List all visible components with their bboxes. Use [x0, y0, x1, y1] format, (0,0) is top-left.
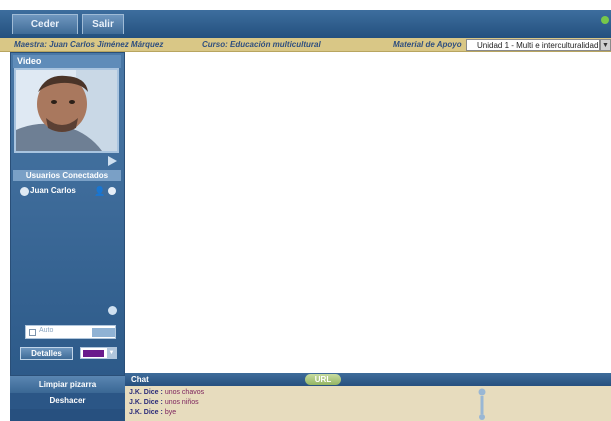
connected-users-header: Usuarios Conectados: [13, 170, 121, 181]
user-icon[interactable]: 👤: [94, 185, 105, 197]
auto-label: Auto: [39, 327, 54, 334]
pen-color-picker[interactable]: ▼: [80, 347, 117, 359]
chat-message: J.K. Dice : unos chavos: [129, 388, 204, 397]
webcam-image: [16, 70, 117, 151]
connection-status-icon: [601, 16, 609, 24]
material-select[interactable]: Unidad 1 - Multi e interculturalidad: [466, 39, 600, 51]
pen-color-swatch: [83, 350, 104, 357]
details-button[interactable]: Detalles: [20, 347, 73, 360]
chat-text: unos chavos: [164, 389, 205, 396]
video-title: Video: [13, 55, 121, 68]
teacher-name: Maestra: Juan Carlos Jiménez Márquez: [14, 40, 164, 49]
chat-scrollbar[interactable]: [478, 388, 486, 420]
chat-text: unos niños: [164, 399, 199, 406]
clear-board-button[interactable]: Limpiar pizarra: [10, 376, 125, 393]
chat-sender: J.K. Dice :: [129, 399, 163, 406]
url-tab[interactable]: URL: [305, 374, 341, 385]
chat-message: J.K. Dice : unos niños: [129, 398, 199, 407]
ceder-control-button[interactable]: Ceder Control: [12, 14, 78, 50]
settings-circle-icon[interactable]: [108, 306, 117, 315]
video-feed: [14, 68, 119, 153]
whiteboard-canvas[interactable]: [125, 52, 611, 373]
user-options-icon[interactable]: [108, 187, 116, 195]
auto-checkbox[interactable]: [29, 329, 36, 336]
chat-message: J.K. Dice : bye: [129, 408, 176, 417]
chevron-down-icon[interactable]: ▼: [107, 348, 116, 358]
play-icon[interactable]: [107, 156, 117, 166]
chat-sender: J.K. Dice :: [129, 409, 163, 416]
auto-slider[interactable]: [92, 328, 115, 337]
user-status-icon: [20, 186, 29, 196]
undo-button[interactable]: Deshacer: [10, 393, 125, 409]
material-label: Material de Apoyo: [393, 40, 462, 49]
user-list-item[interactable]: Juan Carlos 👤: [20, 185, 120, 197]
auto-control[interactable]: Auto: [25, 325, 116, 339]
chevron-down-icon[interactable]: ▼: [600, 39, 611, 51]
user-name: Juan Carlos: [30, 186, 76, 195]
chat-title: Chat: [131, 375, 149, 384]
chat-text: bye: [164, 409, 177, 416]
course-name: Curso: Educación multicultural: [202, 40, 321, 49]
chat-header: Chat: [125, 373, 611, 386]
salir-button[interactable]: Salir: [82, 14, 124, 34]
chat-sender: J.K. Dice :: [129, 389, 163, 396]
